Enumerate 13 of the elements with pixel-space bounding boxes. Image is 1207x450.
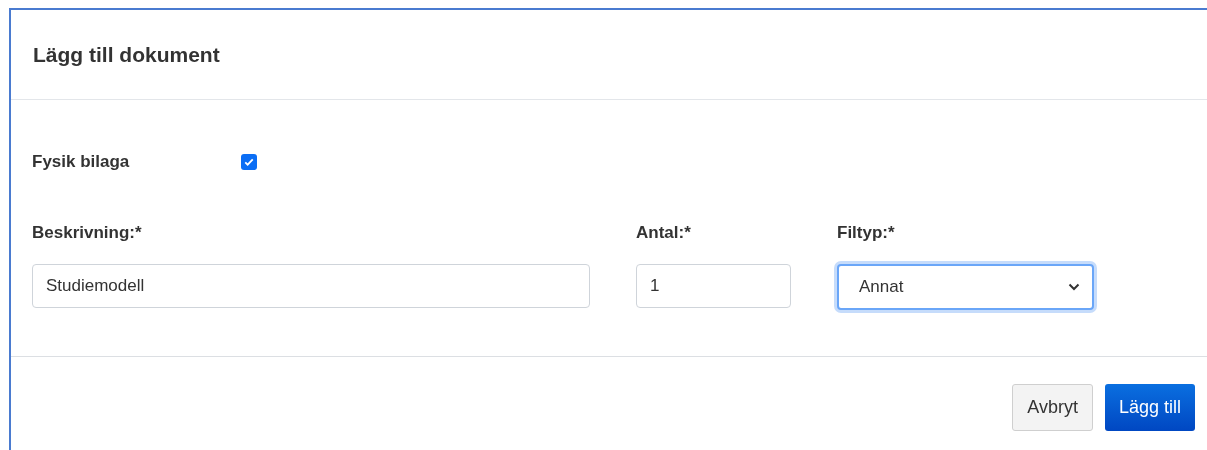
add-button[interactable]: Lägg till (1104, 384, 1195, 431)
chevron-down-icon (1068, 282, 1080, 291)
checkbox-label: Fysik bilaga (32, 151, 131, 174)
text-field[interactable]: Studiemodell (32, 263, 590, 308)
checkbox[interactable] (241, 154, 257, 170)
cancel-button[interactable]: Avbryt (1012, 384, 1093, 431)
field-label: Filtyp:* (837, 222, 896, 244)
file-type-dropdown[interactable]: Annat (837, 263, 1094, 310)
checkmark-icon (243, 156, 255, 168)
field-label: Beskrivning:* (32, 222, 143, 244)
text-field[interactable]: 1 (636, 263, 791, 308)
dialog-title: Lägg till dokument (33, 41, 220, 68)
field-label: Antal:* (636, 222, 692, 244)
